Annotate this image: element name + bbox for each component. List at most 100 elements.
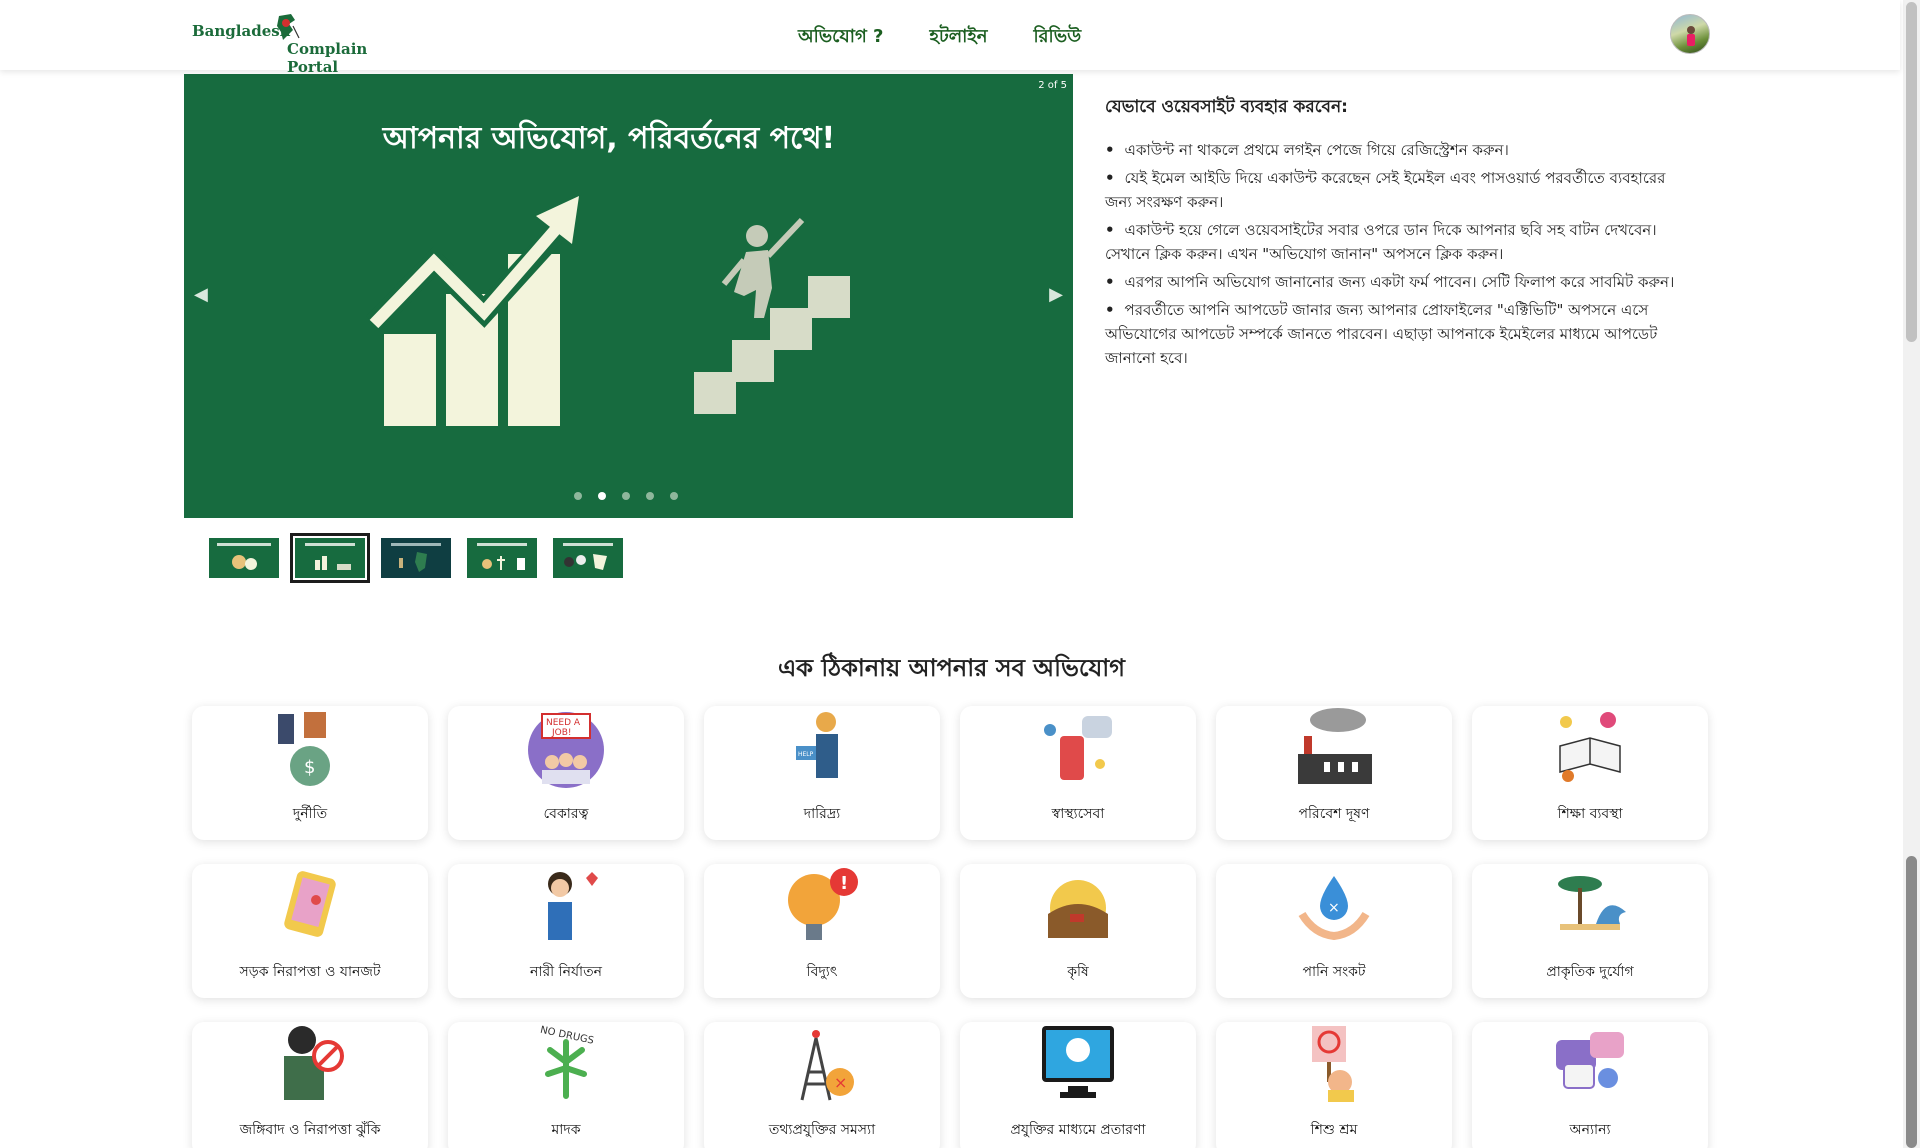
category-label: জঙ্গিবাদ ও নিরাপত্তা ঝুঁকি [239, 1122, 381, 1138]
instruction-item: • পরবর্তীতে আপনি আপডেট জানার জন্য আপনার … [1105, 298, 1695, 370]
svg-text:$: $ [304, 757, 315, 778]
skull-monitor-icon [1042, 1026, 1114, 1098]
instruction-item: • এরপর আপনি অভিযোগ জানানোর জন্য একটা ফর্… [1105, 270, 1695, 294]
main-nav: অভিযোগ ? হটলাইন রিভিউ [798, 22, 1081, 53]
category-card-others[interactable]: অন্যান্য [1472, 1022, 1708, 1148]
no-drugs-icon: NO DRUGS [539, 1025, 595, 1099]
category-card-road-safety[interactable]: সড়ক নিরাপত্তা ও যানজট [192, 864, 428, 998]
list-bullet: • [1105, 301, 1115, 319]
instructions-list: • একাউন্ট না থাকলে প্রথমে লগইন পেজে গিয়… [1105, 138, 1695, 370]
category-card-corruption[interactable]: $ দুর্নীতি [192, 706, 428, 840]
water-drop-hands-icon: × [1298, 876, 1370, 941]
category-label: পানি সংকট [1302, 964, 1366, 980]
category-label: নারী নির্যাতন [530, 964, 602, 980]
carousel-next-arrow[interactable]: ▶ [1049, 284, 1063, 305]
site-logo[interactable]: Bangladesh Complain Portal [190, 12, 400, 76]
list-bullet: • [1105, 141, 1115, 159]
category-card-violence-women[interactable]: নারী নির্যাতন [448, 864, 684, 998]
carousel-thumbnail-4[interactable] [467, 538, 537, 578]
scrollbar-thumb[interactable] [1906, 856, 1917, 1148]
child-labour-icon [1312, 1026, 1354, 1102]
need-a-job-icon: NEED A JOB! [528, 712, 604, 788]
category-card-tech-fraud[interactable]: প্রযুক্তির মাধ্যমে প্রতারণা [960, 1022, 1196, 1148]
tower-error-icon: × [800, 1030, 854, 1101]
carousel-dot-2[interactable] [598, 492, 606, 500]
farm-field-icon [1048, 880, 1108, 938]
category-card-poverty[interactable]: HELP দারিদ্র্য [704, 706, 940, 840]
category-label: সড়ক নিরাপত্তা ও যানজট [239, 964, 381, 980]
carousel-thumbnail-3[interactable] [381, 538, 451, 578]
bangladesh-flag-map-icon [277, 14, 300, 40]
category-label: স্বাস্থ্যসেবা [1051, 806, 1105, 822]
category-card-it-problems[interactable]: × তথ্যপ্রযুক্তির সমস্যা [704, 1022, 940, 1148]
category-card-healthcare[interactable]: স্বাস্থ্যসেবা [960, 706, 1196, 840]
svg-text:NEED A: NEED A [546, 718, 581, 728]
factory-icon [1298, 708, 1372, 784]
instruction-text: একাউন্ট হয়ে গেলে ওয়েবসাইটের সবার ওপরে … [1105, 221, 1657, 263]
page-scrollbar[interactable] [1903, 0, 1920, 1148]
category-card-child-labour[interactable]: শিশু শ্রম [1216, 1022, 1452, 1148]
carousel-prev-arrow[interactable]: ◀ [194, 284, 208, 305]
carousel-dots [574, 492, 678, 500]
nav-review[interactable]: রিভিউ [1034, 22, 1082, 53]
instruction-item: • যেই ইমেল আইডি দিয়ে একাউন্ট করেছেন সেই… [1105, 166, 1695, 214]
nav-complaint[interactable]: অভিযোগ ? [798, 22, 883, 53]
crying-woman-icon [548, 872, 598, 940]
category-card-terrorism[interactable]: জঙ্গিবাদ ও নিরাপত্তা ঝুঁকি [192, 1022, 428, 1148]
growth-thumbnail-icon [305, 543, 355, 570]
carousel-thumbnails [209, 533, 623, 583]
nav-hotline[interactable]: হটলাইন [929, 22, 987, 53]
scrollbar-track-upper [1906, 2, 1917, 342]
carousel-thumbnail-5[interactable] [553, 538, 623, 578]
svg-text:JOB!: JOB! [551, 728, 572, 738]
category-label: প্রাকৃতিক দুর্যোগ [1546, 964, 1634, 980]
category-card-unemployment[interactable]: NEED A JOB! বেকারত্ব [448, 706, 684, 840]
book-icon [1559, 712, 1621, 782]
people-thumbnail-icon [563, 543, 613, 570]
logo-text-complain-portal: Complain Portal [287, 40, 368, 76]
category-label: বেকারত্ব [543, 806, 589, 822]
instruction-text: পরবর্তীতে আপনি আপডেট জানার জন্য আপনার প্… [1105, 301, 1658, 367]
carousel-thumbnail-2[interactable] [290, 533, 370, 583]
carousel-thumbnail-1[interactable] [209, 538, 279, 578]
category-label: কৃষি [1067, 964, 1089, 980]
category-card-water-crisis[interactable]: × পানি সংকট [1216, 864, 1452, 998]
category-label: শিক্ষা ব্যবস্থা [1557, 806, 1623, 822]
carousel-dot-5[interactable] [670, 492, 678, 500]
hero-carousel: 2 of 5 আপনার অভিযোগ, পরিবর্তনের পথে! ◀ ▶ [184, 74, 1073, 518]
chat-bubbles-icon [1556, 1032, 1624, 1089]
category-card-disaster[interactable]: প্রাকৃতিক দুর্যোগ [1472, 864, 1708, 998]
list-bullet: • [1105, 221, 1115, 239]
category-card-electricity[interactable]: ! বিদ্যুৎ [704, 864, 940, 998]
category-card-drugs[interactable]: NO DRUGS মাদক [448, 1022, 684, 1148]
user-avatar[interactable] [1670, 14, 1710, 54]
carousel-dot-3[interactable] [622, 492, 630, 500]
list-bullet: • [1105, 169, 1115, 187]
category-label: প্রযুক্তির মাধ্যমে প্রতারণা [1010, 1122, 1146, 1138]
map-phone-icon [284, 871, 336, 937]
map-thumbnail-icon [391, 543, 441, 572]
slide-title: আপনার অভিযোগ, পরিবর্তনের পথে! [382, 121, 836, 156]
complaint-categories-grid: $ দুর্নীতি NEED A JOB! বেকারত্ব HELP দার… [192, 706, 1712, 1148]
category-card-agriculture[interactable]: কৃষি [960, 864, 1196, 998]
tsunami-icon [1558, 876, 1626, 930]
carousel-dot-1[interactable] [574, 492, 582, 500]
category-card-pollution[interactable]: পরিবেশ দূষণ [1216, 706, 1452, 840]
category-label: পরিবেশ দূষণ [1298, 806, 1370, 822]
usage-instructions: যেভাবে ওয়েবসাইট ব্যবহার করবেন: • একাউন্… [1105, 94, 1695, 374]
lightbulb-alert-icon: ! [788, 868, 858, 940]
terrorist-icon [284, 1026, 344, 1100]
category-label: শিশু শ্রম [1310, 1122, 1358, 1138]
list-bullet: • [1105, 273, 1115, 291]
category-label: তথ্যপ্রযুক্তির সমস্যা [768, 1122, 876, 1138]
hands-thumbnail-icon [217, 543, 271, 570]
medicine-icon [1044, 716, 1112, 780]
category-label: মাদক [551, 1122, 581, 1138]
category-card-education[interactable]: শিক্ষা ব্যবস্থা [1472, 706, 1708, 840]
instruction-item: • একাউন্ট না থাকলে প্রথমে লগইন পেজে গিয়… [1105, 138, 1695, 162]
svg-text:×: × [834, 1073, 847, 1092]
category-label: বিদ্যুৎ [806, 964, 838, 980]
carousel-dot-4[interactable] [646, 492, 654, 500]
category-label: দারিদ্র্য [803, 806, 841, 822]
money-bag-icon: $ [278, 712, 330, 786]
